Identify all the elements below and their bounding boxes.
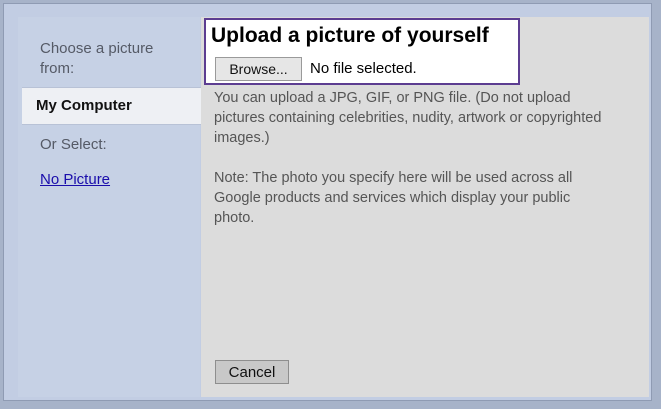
usage-note-text: Note: The photo you specify here will be…: [214, 170, 573, 226]
upload-info-text: You can upload a JPG, GIF, or PNG file. …: [214, 90, 602, 146]
no-picture-link[interactable]: No Picture: [40, 171, 110, 188]
picture-dialog: Choose a picture from: My Computer Or Se…: [3, 3, 652, 401]
sidebar-item-my-computer[interactable]: My Computer: [22, 87, 218, 125]
upload-box: Upload a picture of yourself Browse... N…: [204, 18, 520, 85]
upload-title: Upload a picture of yourself: [211, 24, 489, 47]
cancel-button[interactable]: Cancel: [215, 360, 289, 384]
sidebar-item-label: My Computer: [36, 97, 132, 114]
upload-panel: Upload a picture of yourself Browse... N…: [201, 17, 649, 397]
browse-button[interactable]: Browse...: [215, 57, 302, 81]
choose-source-label: Choose a picture from:: [40, 40, 154, 77]
file-status-text: No file selected.: [310, 60, 417, 77]
source-sidebar: Choose a picture from: My Computer Or Se…: [18, 17, 218, 397]
or-select-label: Or Select:: [40, 136, 107, 153]
